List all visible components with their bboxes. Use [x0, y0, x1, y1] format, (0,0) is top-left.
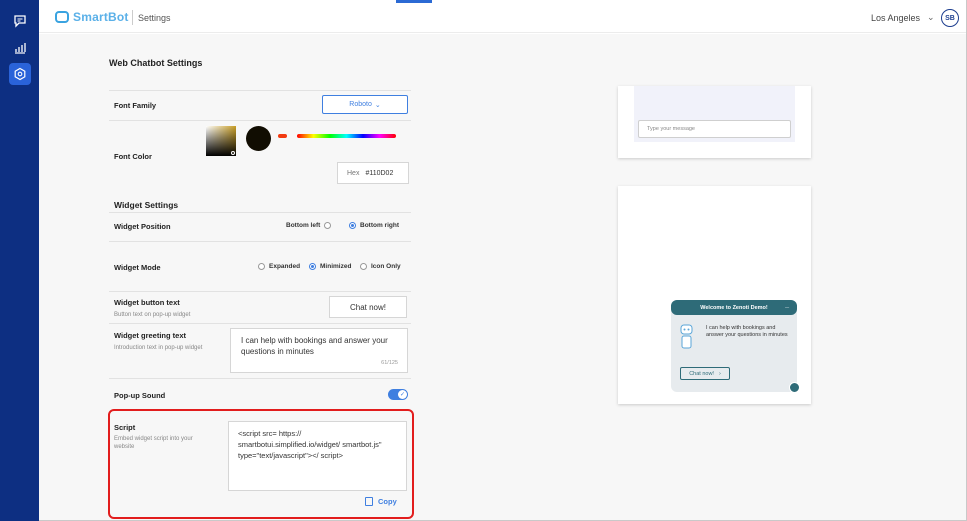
chevron-down-icon: ⌄: [374, 101, 381, 109]
main-content: Web Chatbot Settings Font Family Roboto …: [39, 34, 966, 520]
widget-preview-header: Welcome to Zenoti Demo! _: [671, 300, 797, 315]
hex-value: #110D02: [365, 169, 394, 177]
color-saturation-picker[interactable]: [206, 126, 236, 156]
hex-label: Hex: [347, 169, 360, 177]
divider: [109, 120, 411, 121]
widget-settings-title: Widget Settings: [114, 200, 179, 210]
position-option-bottom-right[interactable]: Bottom right: [349, 222, 399, 229]
minimize-icon[interactable]: _: [785, 302, 789, 309]
sidebar: [0, 0, 39, 521]
divider: [109, 90, 411, 91]
radio-button-selected[interactable]: [309, 263, 316, 270]
hue-slider-handle[interactable]: [278, 134, 287, 138]
page-title: Web Chatbot Settings: [109, 58, 203, 68]
widget-preview: Welcome to Zenoti Demo! _ I can help wit…: [671, 300, 800, 393]
copy-label: Copy: [378, 497, 397, 506]
widget-preview-chat-button[interactable]: Chat now! ›: [680, 367, 730, 380]
option-label: Icon Only: [371, 263, 401, 270]
popup-sound-toggle[interactable]: ✓: [388, 389, 408, 400]
character-count: 61/125: [381, 360, 398, 366]
option-label: Bottom right: [360, 222, 399, 229]
widget-button-text-label: Widget button text: [114, 298, 180, 307]
brand-name: SmartBot: [73, 10, 129, 24]
widget-position-label: Widget Position: [114, 222, 171, 231]
selected-color-swatch: [246, 126, 271, 151]
divider: [109, 212, 411, 213]
hex-input[interactable]: Hex #110D02: [337, 162, 409, 184]
chat-icon[interactable]: [9, 10, 31, 32]
widget-greeting-hint: Introduction text in pop-up widget: [114, 345, 203, 351]
picker-handle[interactable]: [231, 151, 235, 155]
font-family-label: Font Family: [114, 101, 157, 110]
divider: [109, 378, 411, 379]
greeting-text: I can help with bookings and answer your…: [241, 336, 388, 356]
active-tab-indicator: [396, 0, 432, 3]
position-option-bottom-left[interactable]: Bottom left: [286, 222, 332, 229]
widget-mode-label: Widget Mode: [114, 263, 161, 272]
copy-icon: [365, 497, 373, 506]
hue-slider[interactable]: [297, 134, 396, 138]
radio-button[interactable]: [360, 263, 367, 270]
widget-button-text-input[interactable]: Chat now!: [329, 296, 407, 318]
user-avatar[interactable]: SB: [941, 9, 959, 27]
analytics-icon[interactable]: [9, 37, 31, 59]
brand-logo[interactable]: SmartBot: [55, 10, 129, 24]
option-label: Expanded: [269, 263, 301, 270]
script-label: Script: [114, 423, 136, 432]
script-textarea[interactable]: <script src= https:// smartbotui.simplif…: [228, 421, 407, 491]
widget-greeting-label: Widget greeting text: [114, 331, 187, 340]
widget-preview-card: Welcome to Zenoti Demo! _ I can help wit…: [618, 186, 811, 404]
font-family-value: Roboto: [349, 101, 372, 108]
widget-preview-text: I can help with bookings and answer your…: [706, 325, 788, 338]
smartbot-logo-icon: [55, 11, 69, 23]
mode-option-icon-only[interactable]: Icon Only: [360, 263, 401, 270]
popup-sound-label: Pop-up Sound: [114, 391, 166, 400]
chevron-down-icon[interactable]: ⌄: [927, 12, 935, 23]
radio-button-selected[interactable]: [349, 222, 356, 229]
bot-avatar-icon: [680, 324, 693, 349]
settings-icon[interactable]: [9, 63, 31, 85]
widget-button-label: Chat now!: [689, 370, 714, 377]
page-section-title: Settings: [138, 13, 171, 23]
top-header: SmartBot Settings Los Angeles ⌄ SB: [39, 0, 966, 33]
message-input-preview[interactable]: Type your message: [638, 120, 791, 138]
font-color-label: Font Color: [114, 152, 152, 161]
widget-greeting-textarea[interactable]: I can help with bookings and answer your…: [230, 328, 408, 373]
widget-button-text-hint: Button text on pop-up widget: [114, 312, 191, 318]
chevron-right-icon: ›: [718, 370, 721, 377]
option-label: Minimized: [320, 263, 352, 270]
radio-button[interactable]: [324, 222, 332, 229]
divider: [109, 241, 411, 242]
header-divider: [132, 10, 133, 25]
chat-preview-card: Type your message: [618, 86, 811, 158]
radio-button[interactable]: [258, 263, 265, 270]
widget-preview-title: Welcome to Zenoti Demo!: [700, 304, 768, 311]
location-selector[interactable]: Los Angeles: [871, 13, 920, 23]
divider: [109, 323, 411, 324]
mode-option-minimized[interactable]: Minimized: [309, 263, 351, 270]
script-hint: Embed widget script into your website: [114, 436, 193, 450]
option-label: Bottom left: [286, 222, 321, 229]
font-family-dropdown[interactable]: Roboto ⌄: [322, 95, 408, 114]
mode-option-expanded[interactable]: Expanded: [258, 263, 300, 270]
divider: [109, 291, 411, 292]
check-icon: ✓: [398, 390, 407, 399]
chat-launcher-icon[interactable]: [789, 382, 800, 393]
copy-button[interactable]: Copy: [365, 497, 397, 506]
